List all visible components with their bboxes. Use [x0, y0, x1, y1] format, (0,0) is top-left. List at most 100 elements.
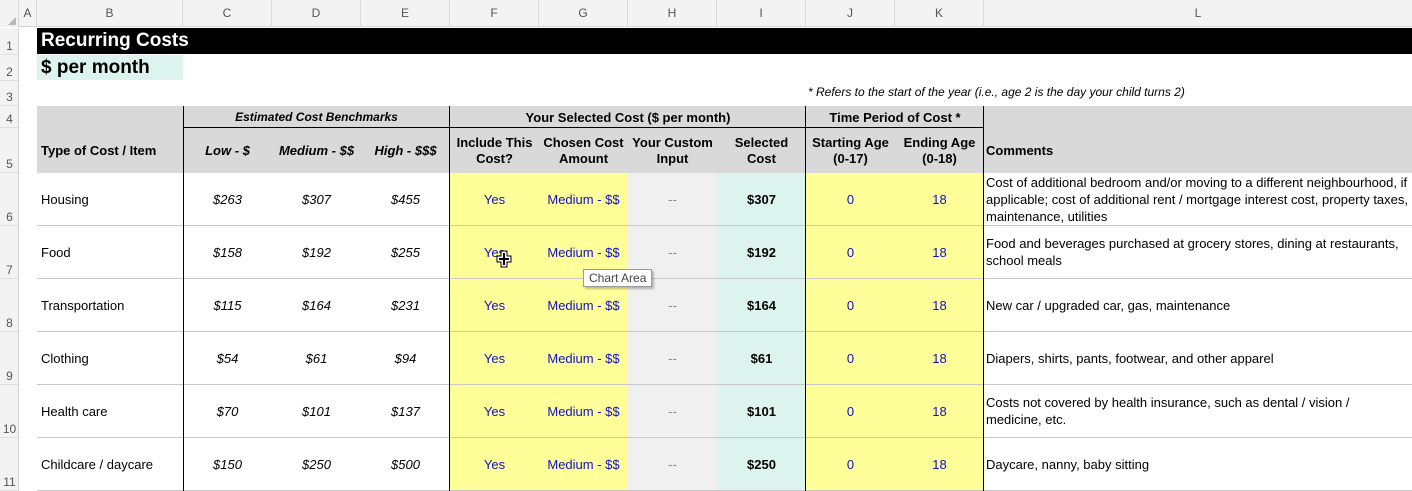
cell-ending-age[interactable]: 18: [895, 173, 984, 225]
cell-selected-cost[interactable]: $164: [717, 279, 806, 331]
cell-low[interactable]: $115: [183, 279, 272, 331]
column-header-b[interactable]: B: [37, 0, 183, 27]
cell-chosen-amount[interactable]: Medium - $$: [539, 385, 628, 437]
cell-chosen-amount[interactable]: Medium - $$: [539, 332, 628, 384]
cell-ending-age[interactable]: 18: [895, 332, 984, 384]
header-include-cost[interactable]: Include This Cost?: [450, 128, 539, 173]
cell-include[interactable]: Yes: [450, 438, 539, 490]
group-header-benchmarks[interactable]: Estimated Cost Benchmarks: [183, 106, 450, 128]
cell-comment[interactable]: New car / upgraded car, gas, maintenance: [986, 279, 1408, 331]
cell-selected-cost[interactable]: $307: [717, 173, 806, 225]
cell-starting-age[interactable]: 0: [806, 226, 895, 278]
header-comments[interactable]: Comments: [986, 128, 1186, 173]
group-header-selected-cost[interactable]: Your Selected Cost ($ per month): [450, 106, 806, 128]
cell-starting-age[interactable]: 0: [806, 332, 895, 384]
row-header-7[interactable]: 7: [0, 226, 19, 279]
cell-high[interactable]: $137: [361, 385, 450, 437]
column-header-i[interactable]: I: [717, 0, 806, 27]
cell-chosen-amount[interactable]: Medium - $$: [539, 173, 628, 225]
cell-chosen-amount[interactable]: Medium - $$: [539, 438, 628, 490]
row-header-10[interactable]: 10: [0, 385, 19, 438]
cell-starting-age[interactable]: 0: [806, 173, 895, 225]
column-header-d[interactable]: D: [272, 0, 361, 27]
cell-item[interactable]: Housing: [41, 173, 183, 225]
cell-custom-input[interactable]: --: [628, 385, 717, 437]
header-low[interactable]: Low - $: [183, 128, 272, 173]
row-header-2[interactable]: 2: [0, 55, 19, 81]
cell-starting-age[interactable]: 0: [806, 279, 895, 331]
column-header-l[interactable]: L: [984, 0, 1412, 27]
cell-comment[interactable]: Costs not covered by health insurance, s…: [986, 385, 1408, 437]
cell-low[interactable]: $150: [183, 438, 272, 490]
group-header-time-period[interactable]: Time Period of Cost *: [806, 106, 984, 128]
cell-custom-input[interactable]: --: [628, 438, 717, 490]
cell-medium[interactable]: $101: [272, 385, 361, 437]
column-header-k[interactable]: K: [895, 0, 984, 27]
row-header-9[interactable]: 9: [0, 332, 19, 385]
cell-medium[interactable]: $250: [272, 438, 361, 490]
header-chosen-cost[interactable]: Chosen Cost Amount: [539, 128, 628, 173]
cell-selected-cost[interactable]: $192: [717, 226, 806, 278]
row-header-1[interactable]: 1: [0, 28, 19, 55]
cell-ending-age[interactable]: 18: [895, 385, 984, 437]
header-high[interactable]: High - $$$: [361, 128, 450, 173]
header-starting-age[interactable]: Starting Age (0-17): [806, 128, 895, 173]
column-header-f[interactable]: F: [450, 0, 539, 27]
cell-medium[interactable]: $307: [272, 173, 361, 225]
cell-include[interactable]: Yes: [450, 226, 539, 278]
column-header-h[interactable]: H: [628, 0, 717, 27]
row-header-8[interactable]: 8: [0, 279, 19, 332]
cell-ending-age[interactable]: 18: [895, 279, 984, 331]
cell-include[interactable]: Yes: [450, 279, 539, 331]
cell-comment[interactable]: Food and beverages purchased at grocery …: [986, 226, 1408, 278]
cell-comment[interactable]: Daycare, nanny, baby sitting: [986, 438, 1408, 490]
column-header-g[interactable]: G: [539, 0, 628, 27]
cell-low[interactable]: $158: [183, 226, 272, 278]
column-header-a[interactable]: A: [19, 0, 37, 27]
header-type-of-cost[interactable]: Type of Cost / Item: [41, 128, 183, 173]
cell-starting-age[interactable]: 0: [806, 385, 895, 437]
header-custom-input[interactable]: Your Custom Input: [628, 128, 717, 173]
cell-high[interactable]: $455: [361, 173, 450, 225]
cell-comment[interactable]: Diapers, shirts, pants, footwear, and ot…: [986, 332, 1408, 384]
sheet-subtitle[interactable]: $ per month: [41, 55, 150, 80]
cell-include[interactable]: Yes: [450, 332, 539, 384]
cell-selected-cost[interactable]: $101: [717, 385, 806, 437]
cell-item[interactable]: Clothing: [41, 332, 183, 384]
cell-medium[interactable]: $192: [272, 226, 361, 278]
row-header-5[interactable]: 5: [0, 128, 19, 173]
row-header-3[interactable]: 3: [0, 81, 19, 106]
cell-item[interactable]: Health care: [41, 385, 183, 437]
row-header-4[interactable]: 4: [0, 106, 19, 128]
header-medium[interactable]: Medium - $$: [272, 128, 361, 173]
cell-selected-cost[interactable]: $61: [717, 332, 806, 384]
cell-high[interactable]: $94: [361, 332, 450, 384]
cell-low[interactable]: $70: [183, 385, 272, 437]
cell-include[interactable]: Yes: [450, 173, 539, 225]
cell-high[interactable]: $500: [361, 438, 450, 490]
cell-selected-cost[interactable]: $250: [717, 438, 806, 490]
cell-starting-age[interactable]: 0: [806, 438, 895, 490]
cell-custom-input[interactable]: --: [628, 332, 717, 384]
column-header-c[interactable]: C: [183, 0, 272, 27]
header-ending-age[interactable]: Ending Age (0-18): [895, 128, 984, 173]
cell-medium[interactable]: $61: [272, 332, 361, 384]
cell-high[interactable]: $231: [361, 279, 450, 331]
cell-item[interactable]: Food: [41, 226, 183, 278]
sheet-title[interactable]: Recurring Costs: [41, 28, 189, 54]
cell-low[interactable]: $54: [183, 332, 272, 384]
header-selected-cost[interactable]: Selected Cost: [717, 128, 806, 173]
column-header-j[interactable]: J: [806, 0, 895, 27]
cell-comment[interactable]: Cost of additional bedroom and/or moving…: [986, 173, 1408, 225]
cell-ending-age[interactable]: 18: [895, 226, 984, 278]
cell-medium[interactable]: $164: [272, 279, 361, 331]
select-all-corner[interactable]: [0, 0, 19, 27]
cell-custom-input[interactable]: --: [628, 173, 717, 225]
column-header-e[interactable]: E: [361, 0, 450, 27]
cell-include[interactable]: Yes: [450, 385, 539, 437]
cell-ending-age[interactable]: 18: [895, 438, 984, 490]
row-header-11[interactable]: 11: [0, 438, 19, 491]
row-header-6[interactable]: 6: [0, 173, 19, 226]
cell-item[interactable]: Transportation: [41, 279, 183, 331]
cell-low[interactable]: $263: [183, 173, 272, 225]
